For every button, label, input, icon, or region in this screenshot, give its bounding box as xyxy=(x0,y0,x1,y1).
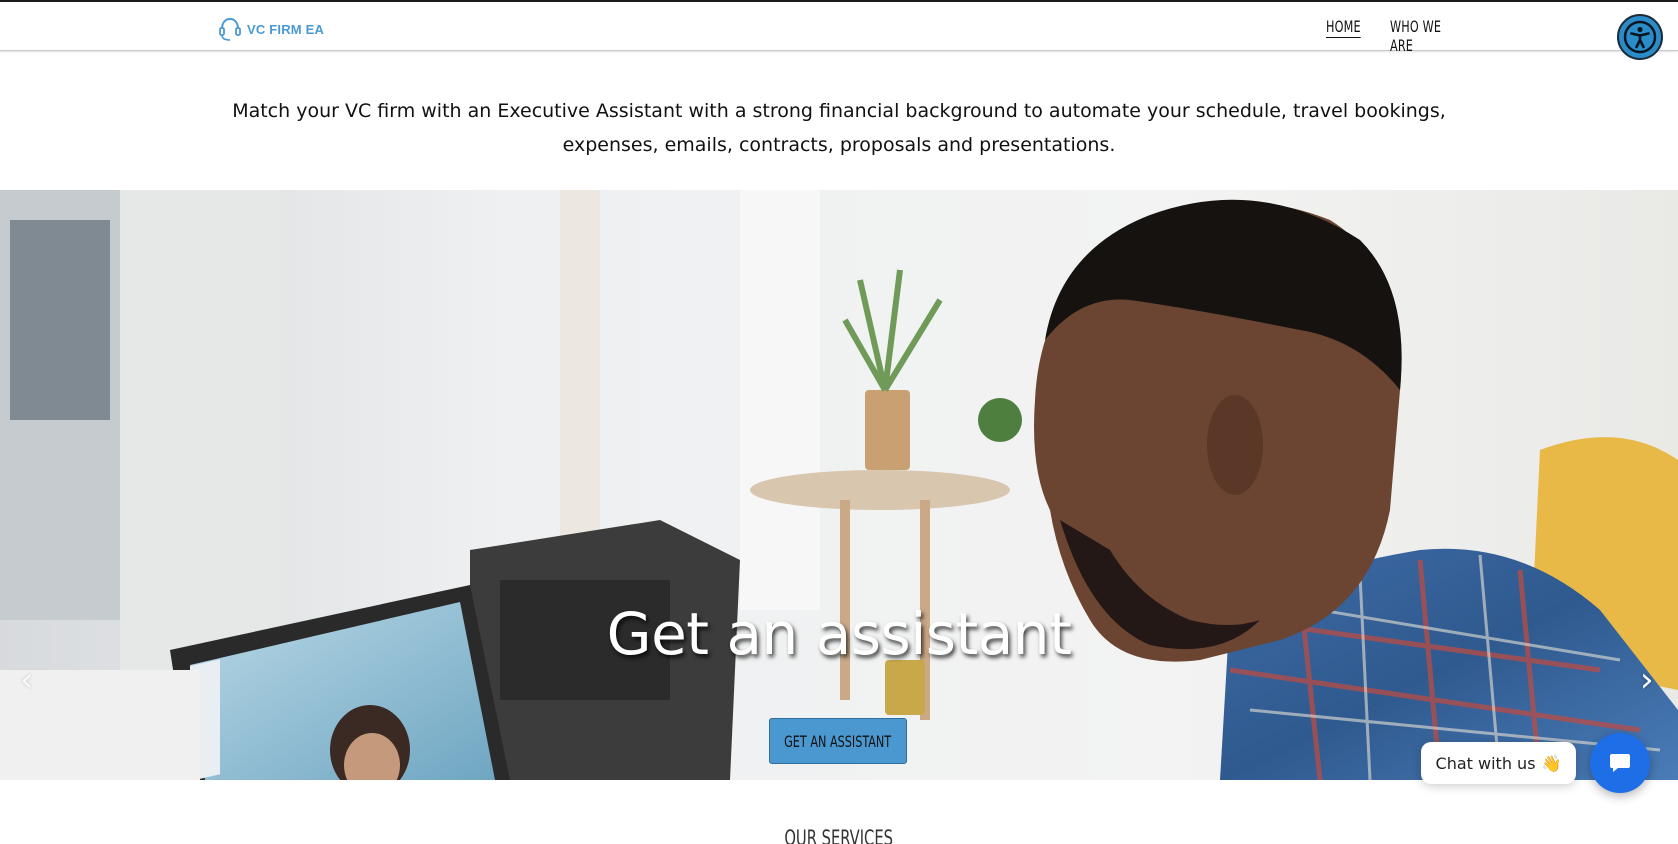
accessibility-icon xyxy=(1623,20,1657,54)
intro-line-2: expenses, emails, contracts, proposals a… xyxy=(562,134,1116,156)
hero-title: Get an assistant xyxy=(606,600,1072,668)
waving-hand-icon: 👋 xyxy=(1541,753,1562,773)
get-an-assistant-button[interactable]: GET AN ASSISTANT xyxy=(769,718,907,764)
carousel-next-icon[interactable]: › xyxy=(1640,660,1654,700)
site-header: VC FIRM EA HOME WHO WE ARE xyxy=(0,0,1678,55)
chat-prompt-label: Chat with us xyxy=(1435,753,1536,773)
chat-prompt[interactable]: Chat with us 👋 xyxy=(1421,742,1576,784)
hero-carousel: Get an assistant GET AN ASSISTANT ‹ › xyxy=(0,190,1678,780)
carousel-prev-icon[interactable]: ‹ xyxy=(20,660,34,700)
main-nav: HOME WHO WE ARE xyxy=(1326,17,1460,55)
chat-bubble-icon xyxy=(1610,754,1630,772)
services-heading-text: OUR SERVICES xyxy=(784,826,894,844)
intro-text: Match your VC firm with an Executive Ass… xyxy=(0,94,1678,162)
services-heading: OUR SERVICES xyxy=(0,826,1678,844)
logo[interactable]: VC FIRM EA xyxy=(218,16,324,42)
chat-launcher-button[interactable] xyxy=(1590,733,1650,793)
get-an-assistant-label: GET AN ASSISTANT xyxy=(784,731,892,751)
hero-image xyxy=(0,190,1678,780)
logo-text: VC FIRM EA xyxy=(247,21,325,37)
intro-line-1: Match your VC firm with an Executive Ass… xyxy=(232,100,1446,122)
nav-item-home[interactable]: HOME xyxy=(1326,17,1361,55)
headset-icon xyxy=(219,17,241,41)
nav-item-who-we-are[interactable]: WHO WE ARE xyxy=(1390,17,1445,55)
accessibility-button[interactable] xyxy=(1617,14,1663,60)
